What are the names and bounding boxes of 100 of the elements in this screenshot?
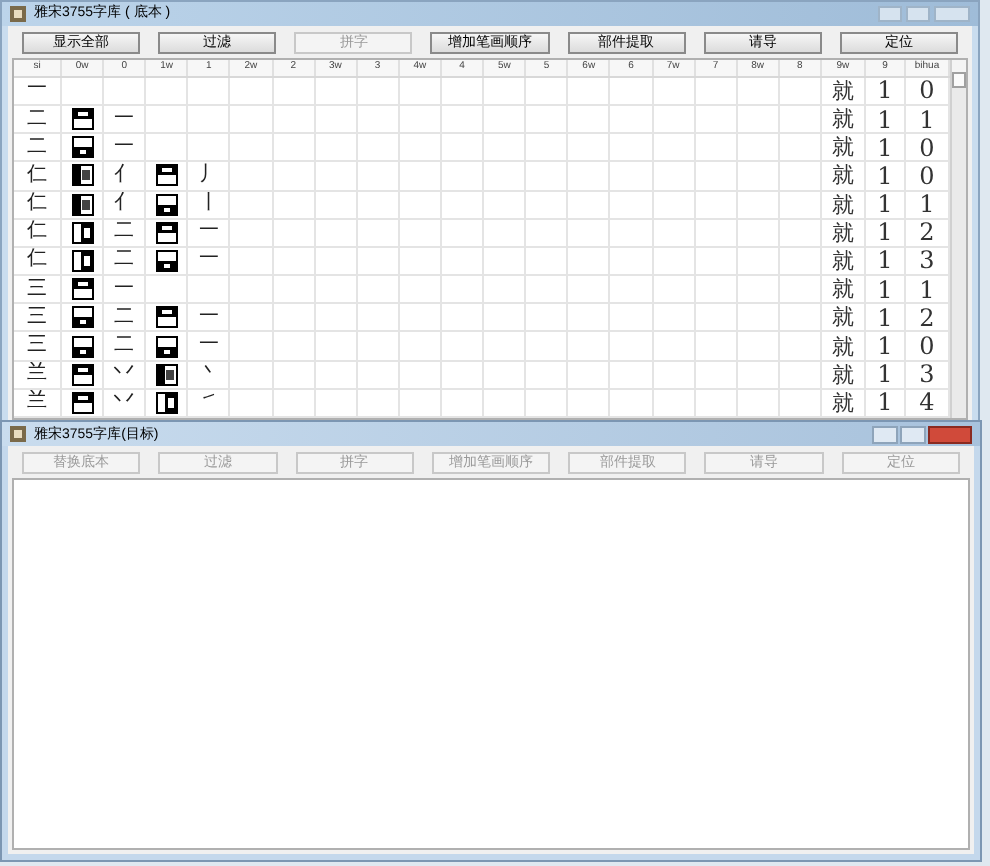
minimize-button[interactable] <box>878 5 902 22</box>
table-cell: 1 <box>877 163 893 188</box>
empty-table-cell <box>526 332 569 362</box>
empty-table-cell <box>230 276 274 305</box>
empty-table-cell <box>695 191 738 220</box>
component-position-icon <box>155 306 178 329</box>
empty-table-cell <box>610 361 654 390</box>
scrollbar[interactable] <box>950 59 966 418</box>
empty-table-cell <box>695 304 738 333</box>
empty-table-cell <box>737 134 780 163</box>
character: 仁 <box>27 194 47 215</box>
character: 就 <box>831 164 854 187</box>
empty-table-cell <box>737 332 780 362</box>
empty-table-cell <box>315 247 358 277</box>
component-position-icon <box>71 108 94 131</box>
empty-table-cell <box>315 304 358 333</box>
empty-table-cell <box>484 219 527 248</box>
empty-table-cell <box>315 332 358 362</box>
empty-table-cell <box>399 247 442 277</box>
empty-table-cell <box>357 191 400 220</box>
empty-table-cell <box>399 191 442 220</box>
character: 仁 <box>27 250 47 271</box>
component-character: 二 <box>114 307 135 328</box>
empty-table-cell <box>484 191 527 220</box>
empty-table-cell <box>653 105 696 135</box>
empty-table-cell <box>441 219 485 248</box>
empty-table-cell <box>737 361 780 390</box>
empty-table-cell <box>315 389 358 418</box>
empty-table-cell <box>315 105 358 135</box>
empty-table-cell <box>526 162 569 191</box>
empty-table-cell <box>610 134 654 163</box>
component-character: 丿 <box>198 165 219 186</box>
table-cell: 1 <box>877 135 893 160</box>
empty-table-cell <box>610 247 654 277</box>
empty-table-cell <box>484 332 527 362</box>
character: 兰 <box>27 364 47 385</box>
empty-table-cell <box>230 134 274 163</box>
table-cell: 1 <box>877 248 893 273</box>
stroke-count: 1 <box>919 107 935 132</box>
empty-table-cell <box>610 219 654 248</box>
empty-table-cell <box>695 247 738 277</box>
empty-table-cell <box>526 105 569 135</box>
component-position-icon <box>155 249 178 272</box>
empty-table-cell <box>484 247 527 277</box>
empty-table-cell <box>484 304 527 333</box>
character: 就 <box>831 335 854 358</box>
maximize-button[interactable] <box>900 425 926 443</box>
empty-table-cell <box>610 332 654 362</box>
empty-table-cell <box>273 134 316 163</box>
table-cell: 1 <box>877 390 893 415</box>
empty-table-cell <box>273 332 316 362</box>
empty-table-cell <box>484 134 527 163</box>
empty-table-cell <box>357 247 400 277</box>
empty-table-cell <box>357 304 400 333</box>
empty-table-cell <box>441 361 485 390</box>
empty-table-cell <box>737 304 780 333</box>
table-cell: 1 <box>877 305 893 330</box>
empty-table-cell <box>273 191 316 220</box>
component-position-icon <box>71 136 94 159</box>
empty-table-cell <box>441 247 485 277</box>
close-button[interactable] <box>928 425 972 443</box>
empty-table-cell <box>568 361 611 390</box>
empty-table-cell <box>526 191 569 220</box>
empty-table-cell <box>399 219 442 248</box>
empty-table-cell <box>653 134 696 163</box>
empty-table-cell <box>315 276 358 305</box>
empty-table-cell <box>737 219 780 248</box>
empty-table-cell <box>610 276 654 305</box>
empty-table-cell <box>441 134 485 163</box>
component-position-icon <box>71 363 94 386</box>
empty-table-cell <box>441 191 485 220</box>
empty-table-cell <box>568 134 611 163</box>
character: 三 <box>27 336 47 357</box>
empty-table-cell <box>273 276 316 305</box>
character: 就 <box>831 306 854 329</box>
empty-table-cell <box>695 219 738 248</box>
maximize-button[interactable] <box>906 5 930 22</box>
empty-table-cell <box>441 332 485 362</box>
empty-table-cell <box>399 105 442 135</box>
empty-table-cell <box>653 361 696 390</box>
empty-table-cell <box>526 134 569 163</box>
component-character: 丨 <box>198 194 219 215</box>
stroke-count: 1 <box>919 277 935 302</box>
character: 就 <box>831 391 854 414</box>
stroke-count: 0 <box>919 163 935 188</box>
component-position-icon <box>155 335 178 358</box>
table-cell: 1 <box>877 107 893 132</box>
stroke-count: 1 <box>919 192 935 217</box>
empty-table-cell <box>568 332 611 362</box>
minimize-button[interactable] <box>872 425 898 443</box>
empty-table-cell <box>441 304 485 333</box>
empty-table-cell <box>357 162 400 191</box>
empty-table-cell <box>568 276 611 305</box>
character: 二 <box>27 137 47 158</box>
character: 仁 <box>27 222 47 243</box>
table-cell: 1 <box>877 78 893 103</box>
empty-table-cell <box>610 304 654 333</box>
component-character: 二 <box>114 250 135 271</box>
empty-table-cell <box>653 247 696 277</box>
empty-table-cell <box>273 389 316 418</box>
